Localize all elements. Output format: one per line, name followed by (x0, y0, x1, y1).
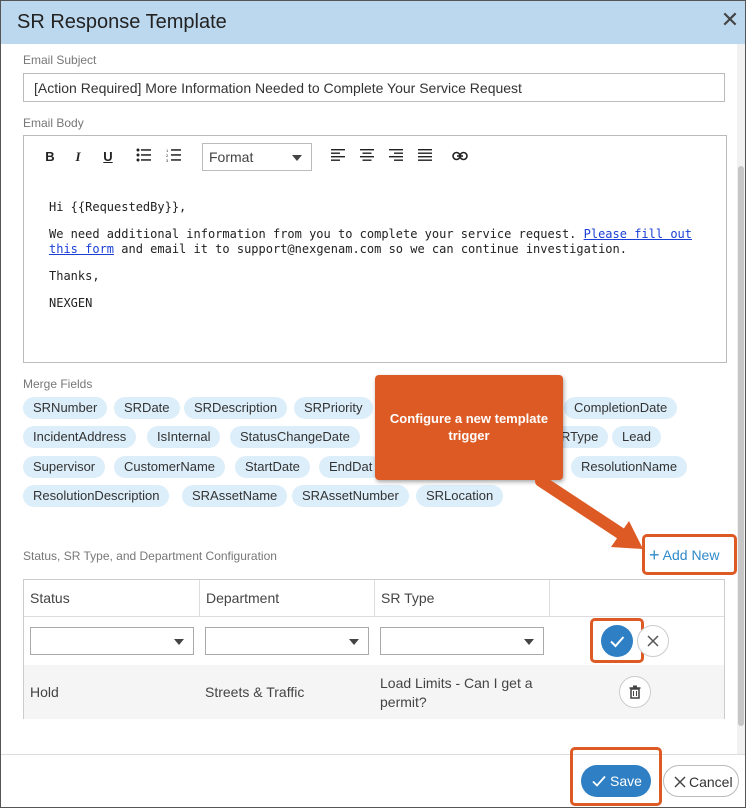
email-subject-input[interactable]: [Action Required] More Information Neede… (23, 73, 725, 102)
merge-chip-srdate[interactable]: SRDate (114, 397, 180, 419)
email-subject-label: Email Subject (23, 53, 97, 67)
merge-chip-supervisor[interactable]: Supervisor (23, 456, 106, 478)
column-header-actions (550, 580, 724, 617)
link-icon[interactable] (450, 148, 470, 166)
chevron-down-icon (524, 639, 534, 645)
merge-chip-incidentaddress[interactable]: IncidentAddress (23, 426, 137, 448)
merge-chip-statuschangedate[interactable]: StatusChangeDate (230, 426, 360, 448)
email-body-editor[interactable]: B I U 123 Format Hi {{RequestedBy}}, We … (23, 135, 727, 363)
email-body-label: Email Body (23, 116, 84, 130)
chevron-down-icon (174, 639, 184, 645)
bulleted-list-icon[interactable] (134, 148, 154, 166)
add-new-label: Add New (662, 547, 720, 563)
underline-button[interactable]: U (98, 148, 118, 166)
align-left-icon[interactable] (328, 148, 348, 166)
config-section-label: Status, SR Type, and Department Configur… (23, 549, 277, 563)
add-new-button[interactable]: + Add New (649, 544, 719, 565)
department-dropdown[interactable] (205, 627, 369, 655)
close-icon[interactable]: ✕ (719, 9, 741, 31)
merge-chip-srassetname[interactable]: SRAssetName (182, 485, 288, 507)
chevron-down-icon (292, 155, 302, 161)
align-justify-icon[interactable] (415, 148, 435, 166)
confirm-row-button[interactable] (601, 625, 633, 657)
cancel-button[interactable]: Cancel (663, 765, 739, 797)
email-signature: NEXGEN (49, 296, 93, 310)
email-paragraph: We need additional information from you … (49, 227, 709, 257)
status-dropdown[interactable] (30, 627, 194, 655)
chevron-down-icon (349, 639, 359, 645)
merge-chip-srpriority[interactable]: SRPriority (294, 397, 373, 419)
italic-button[interactable]: I (68, 148, 88, 166)
merge-chip-enddate[interactable]: EndDat (319, 456, 383, 478)
editor-toolbar: B I U 123 Format (24, 136, 726, 176)
email-body-content[interactable]: Hi {{RequestedBy}}, We need additional i… (49, 200, 709, 323)
dialog-title: SR Response Template (17, 11, 227, 33)
email-greeting: Hi {{RequestedBy}}, (49, 200, 187, 214)
numbered-list-icon[interactable]: 123 (164, 148, 184, 166)
row-sr-type: Load Limits - Can I get a permit? (380, 675, 533, 710)
scrollbar-thumb[interactable] (738, 166, 744, 726)
row-department: Streets & Traffic (205, 684, 305, 700)
save-button[interactable]: Save (581, 765, 651, 797)
align-right-icon[interactable] (386, 148, 406, 166)
close-icon (647, 635, 659, 647)
merge-chip-customername[interactable]: CustomerName (114, 456, 226, 478)
plus-icon: + (649, 545, 660, 565)
check-icon (610, 636, 625, 648)
merge-chip-resolutiondescription[interactable]: ResolutionDescription (23, 485, 170, 507)
merge-chip-isinternal[interactable]: IsInternal (147, 426, 221, 448)
delete-row-button[interactable] (619, 676, 651, 708)
sr-response-template-dialog: SR Response Template ✕ Email Subject [Ac… (0, 0, 746, 808)
check-icon (592, 775, 606, 787)
format-dropdown-label: Format (209, 149, 254, 165)
sr-type-dropdown[interactable] (380, 627, 544, 655)
merge-chip-srnumber[interactable]: SRNumber (23, 397, 108, 419)
column-header-sr-type[interactable]: SR Type (375, 580, 550, 617)
merge-fields-label: Merge Fields (23, 377, 93, 391)
table-header-row: Status Department SR Type (24, 580, 724, 617)
svg-text:3: 3 (166, 158, 169, 162)
dialog-titlebar: SR Response Template ✕ (1, 1, 745, 44)
callout-arrow-icon (535, 475, 643, 549)
merge-chip-startdate[interactable]: StartDate (235, 456, 310, 478)
email-paragraph-before-link: We need additional information from you … (49, 227, 584, 241)
email-closing: Thanks, (49, 269, 100, 283)
callout-configure-trigger: Configure a new template trigger (375, 375, 563, 480)
close-icon (674, 776, 686, 788)
merge-chip-srdescription[interactable]: SRDescription (184, 397, 288, 419)
trash-icon (629, 685, 641, 699)
column-header-department[interactable]: Department (200, 580, 375, 617)
format-dropdown[interactable]: Format (202, 143, 312, 171)
cancel-row-button[interactable] (637, 625, 669, 657)
email-paragraph-after-link: and email it to support@nexgenam.com so … (114, 242, 627, 256)
align-center-icon[interactable] (357, 148, 377, 166)
merge-chip-lead[interactable]: Lead (612, 426, 661, 448)
cancel-label: Cancel (689, 774, 733, 790)
bold-button[interactable]: B (40, 148, 60, 166)
merge-chip-srlocation[interactable]: SRLocation (416, 485, 504, 507)
column-header-status[interactable]: Status (24, 580, 200, 617)
merge-chip-srassetnumber[interactable]: SRAssetNumber (292, 485, 409, 507)
merge-chip-completiondate[interactable]: CompletionDate (564, 397, 678, 419)
save-label: Save (610, 773, 642, 789)
row-status: Hold (30, 684, 59, 700)
